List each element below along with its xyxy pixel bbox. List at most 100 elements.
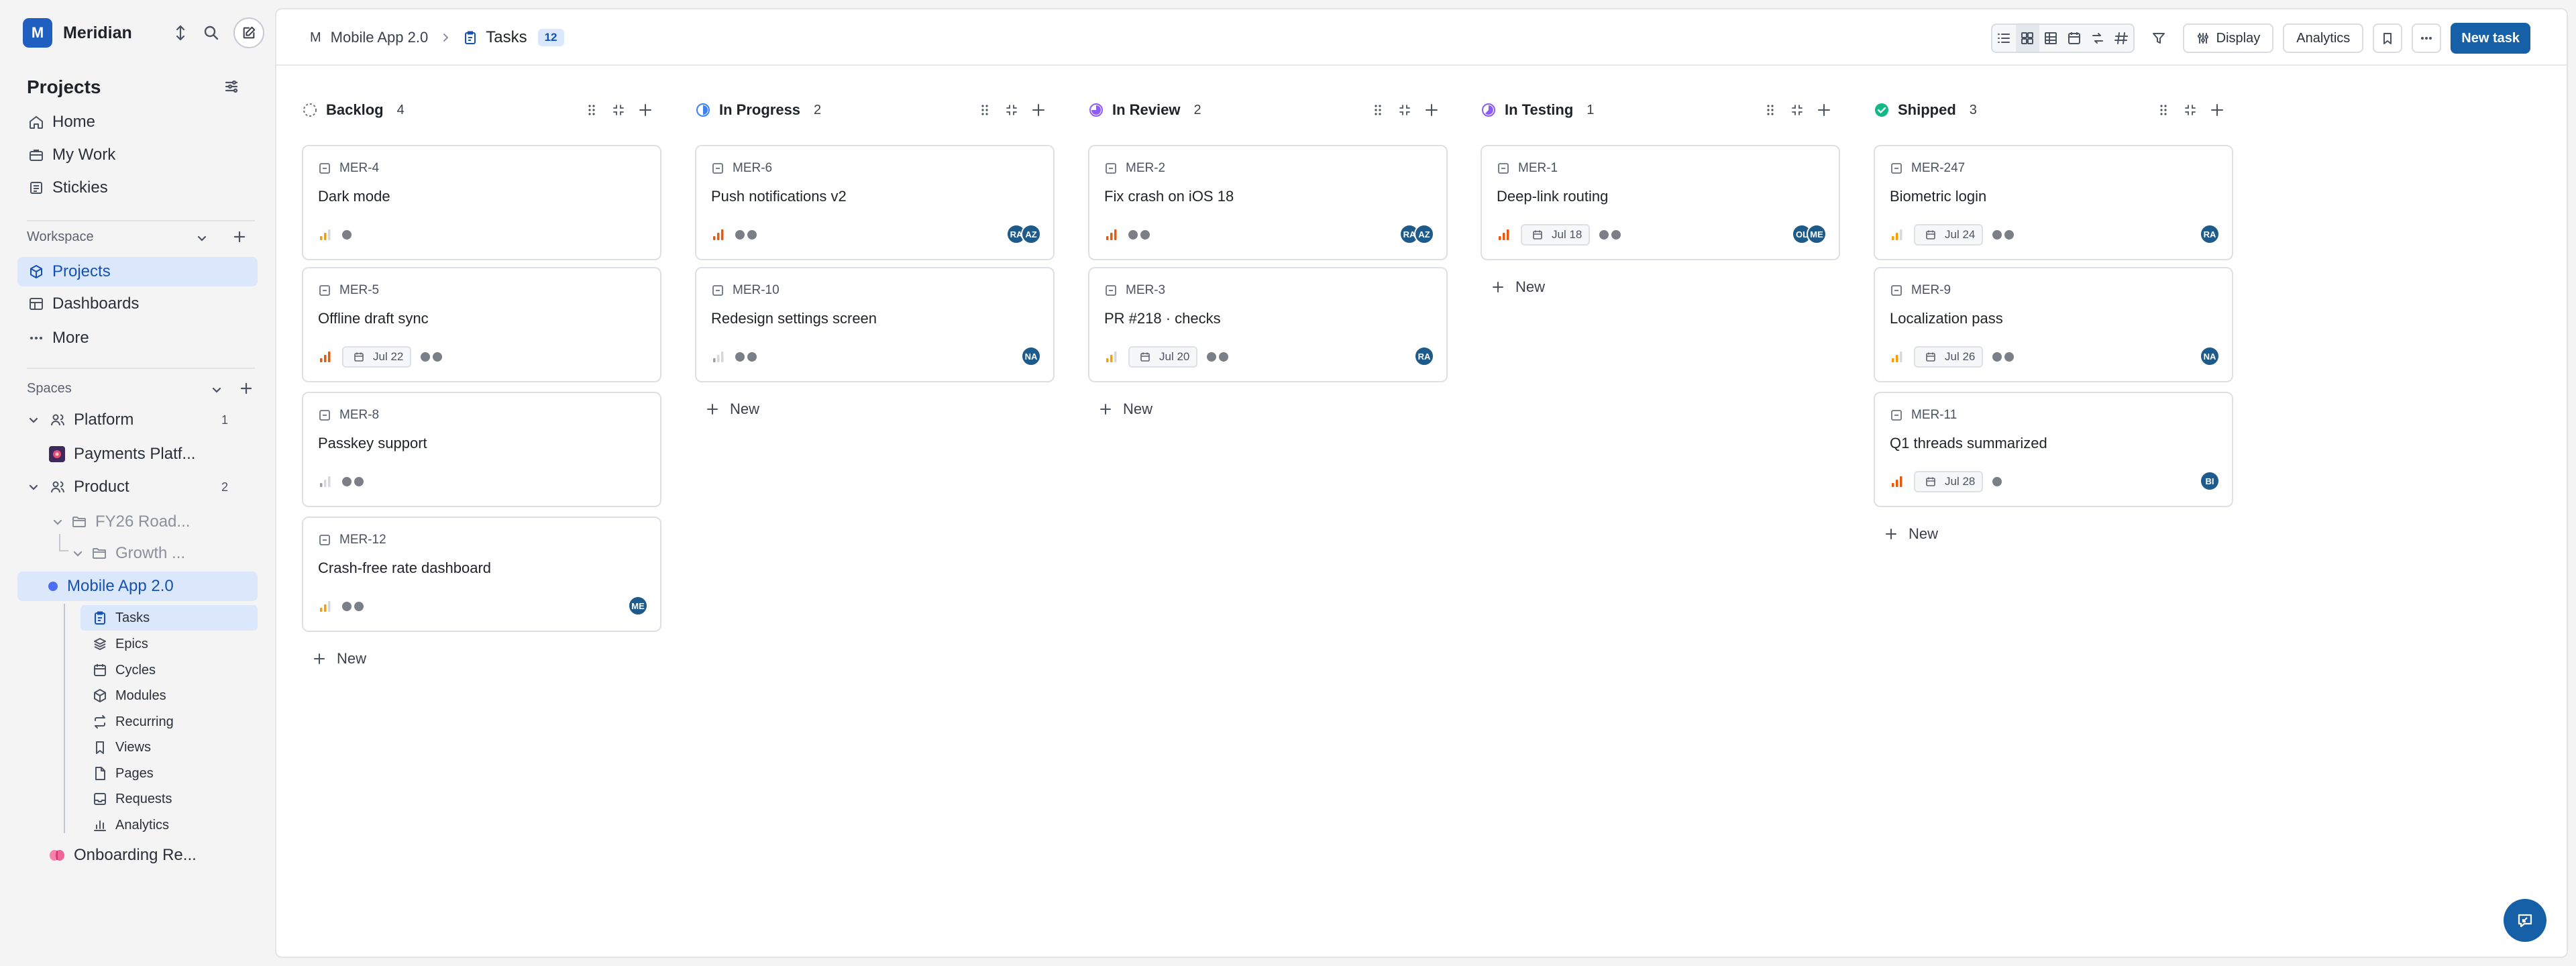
sidebar-item-modules[interactable]: Modules [80, 683, 258, 708]
collapse-icon[interactable] [1397, 102, 1413, 118]
label-dots[interactable] [735, 230, 757, 239]
label-dots[interactable] [1992, 477, 2002, 486]
avatar[interactable]: ME [1807, 224, 1827, 244]
avatar[interactable]: NA [2200, 346, 2220, 366]
label-dots[interactable] [342, 230, 352, 239]
task-card[interactable]: MER-2 Fix crash on iOS 18 RA AZ [1088, 145, 1448, 260]
assignees[interactable]: RA AZ [1006, 224, 1041, 244]
collapse-icon[interactable] [2182, 102, 2198, 118]
chevron-down-icon[interactable] [27, 479, 40, 495]
sidebar-item-requests[interactable]: Requests [80, 786, 258, 812]
collapse-icon[interactable] [1004, 102, 1020, 118]
sidebar-item-projects[interactable]: Projects [17, 257, 258, 286]
project-mobile-app[interactable]: Mobile App 2.0 [17, 572, 258, 601]
drag-handle-icon[interactable] [584, 102, 600, 118]
sidebar-item-epics[interactable]: Epics [80, 631, 258, 657]
task-card[interactable]: MER-10 Redesign settings screen NA [695, 267, 1055, 382]
new-task-row[interactable]: New [313, 647, 366, 671]
assignees[interactable]: NA [1021, 346, 1041, 366]
task-card[interactable]: MER-9 Localization pass Jul 26 NA [1874, 267, 2233, 382]
priority-urgent-icon[interactable] [1104, 227, 1119, 242]
folder-fy26-roadmap[interactable]: FY26 Road... [17, 507, 258, 537]
sidebar-item-views[interactable]: Views [80, 735, 258, 760]
chevron-down-icon[interactable] [71, 545, 85, 561]
sidebar-item-stickies[interactable]: Stickies [17, 173, 258, 203]
board-layout-icon[interactable] [2015, 25, 2039, 52]
due-date-chip[interactable]: Jul 18 [1521, 224, 1591, 246]
priority-medium-icon[interactable] [318, 599, 333, 614]
new-task-row[interactable]: New [1491, 275, 1545, 299]
new-task-row[interactable]: New [1099, 397, 1152, 421]
avatar[interactable]: ME [628, 596, 648, 616]
due-date-chip[interactable]: Jul 22 [342, 346, 412, 368]
avatar[interactable]: AZ [1414, 224, 1434, 244]
chevron-down-icon[interactable] [208, 381, 225, 398]
folder-growth[interactable]: Growth ... [17, 539, 258, 568]
analytics-button[interactable]: Analytics [2283, 23, 2364, 53]
due-date-chip[interactable]: Jul 20 [1128, 346, 1198, 368]
spreadsheet-layout-icon[interactable] [2110, 25, 2133, 52]
task-card[interactable]: MER-3 PR #218 · checks Jul 20 RA [1088, 267, 1448, 382]
plus-icon[interactable] [237, 380, 255, 397]
assignees[interactable]: RA [1414, 346, 1434, 366]
compose-button[interactable] [233, 17, 264, 48]
priority-low-icon[interactable] [318, 474, 333, 489]
display-button[interactable]: Display [2182, 23, 2274, 53]
avatar[interactable]: BI [2200, 471, 2220, 491]
more-options-icon[interactable] [2412, 23, 2442, 53]
task-card[interactable]: MER-5 Offline draft sync Jul 22 [302, 267, 661, 382]
chevron-down-icon[interactable] [51, 514, 64, 530]
workspace-logo[interactable]: M [23, 18, 52, 48]
priority-medium-icon[interactable] [1104, 350, 1119, 364]
label-dots[interactable] [1992, 230, 2015, 239]
plus-icon[interactable] [231, 228, 248, 246]
label-dots[interactable] [1128, 230, 1150, 239]
space-product[interactable]: Product 2 [17, 472, 258, 502]
drag-handle-icon[interactable] [2155, 102, 2171, 118]
drag-handle-icon[interactable] [1762, 102, 1778, 118]
new-task-row[interactable]: New [706, 397, 759, 421]
space-platform[interactable]: Platform 1 [17, 405, 258, 435]
collapse-icon[interactable] [610, 102, 627, 118]
timeline-layout-icon[interactable] [2086, 25, 2110, 52]
label-dots[interactable] [1992, 352, 2015, 362]
drag-handle-icon[interactable] [1370, 102, 1386, 118]
filter-icon[interactable] [2144, 23, 2174, 53]
label-dots[interactable] [342, 602, 364, 611]
task-card[interactable]: MER-11 Q1 threads summarized Jul 28 BI [1874, 392, 2233, 507]
label-dots[interactable] [735, 352, 757, 362]
priority-low-icon[interactable] [711, 350, 726, 364]
avatar[interactable]: RA [1414, 346, 1434, 366]
plus-icon[interactable] [1030, 102, 1046, 118]
label-dots[interactable] [1599, 230, 1621, 239]
sidebar-item-home[interactable]: Home [17, 107, 258, 137]
priority-urgent-icon[interactable] [1890, 474, 1904, 489]
chevron-down-icon[interactable] [193, 229, 211, 247]
calendar-layout-icon[interactable] [2063, 25, 2086, 52]
priority-medium-icon[interactable] [318, 227, 333, 242]
task-card[interactable]: MER-247 Biometric login Jul 24 RA [1874, 145, 2233, 260]
assignees[interactable]: NA [2200, 346, 2220, 366]
sidebar-item-recurring[interactable]: Recurring [80, 709, 258, 735]
table-layout-icon[interactable] [2039, 25, 2063, 52]
chevron-down-icon[interactable] [27, 412, 40, 428]
avatar[interactable]: NA [1021, 346, 1041, 366]
due-date-chip[interactable]: Jul 26 [1914, 346, 1984, 368]
assignees[interactable]: RA AZ [1399, 224, 1434, 244]
priority-medium-icon[interactable] [1890, 350, 1904, 364]
collapse-icon[interactable] [1789, 102, 1805, 118]
due-date-chip[interactable]: Jul 28 [1914, 471, 1984, 492]
label-dots[interactable] [1207, 352, 1229, 362]
plus-icon[interactable] [637, 102, 653, 118]
sidebar-item-pages[interactable]: Pages [80, 761, 258, 786]
space-onboarding[interactable]: Onboarding Re... [17, 841, 258, 870]
sidebar-item-dashboards[interactable]: Dashboards [17, 289, 258, 319]
bookmark-icon[interactable] [2373, 23, 2403, 53]
due-date-chip[interactable]: Jul 24 [1914, 224, 1984, 246]
task-card[interactable]: MER-8 Passkey support [302, 392, 661, 507]
breadcrumb-project[interactable]: Mobile App 2.0 [331, 29, 429, 46]
assignees[interactable]: OL ME [1792, 224, 1827, 244]
task-card[interactable]: MER-12 Crash-free rate dashboard ME [302, 517, 661, 632]
avatar[interactable]: AZ [1021, 224, 1041, 244]
task-card[interactable]: MER-4 Dark mode [302, 145, 661, 260]
